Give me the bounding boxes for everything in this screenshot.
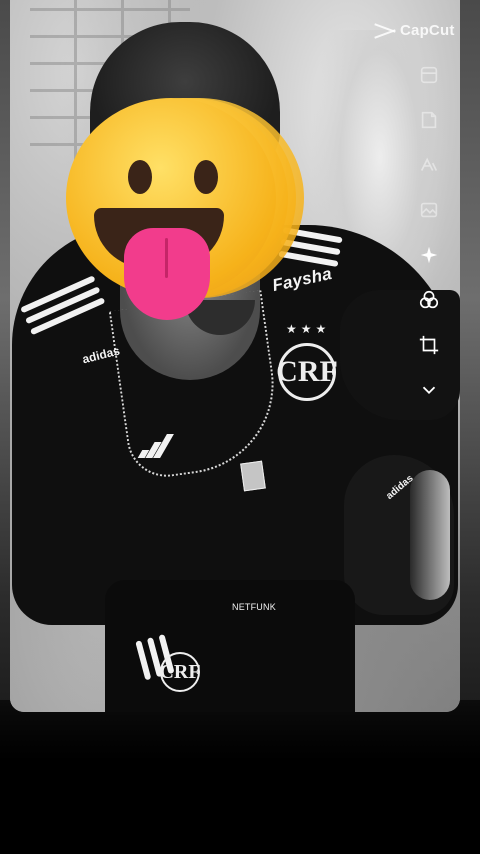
photo-preview[interactable]: Faysha adidas adidas NETFUNK ★★★ CRF CRF: [10, 0, 460, 712]
effects-sparkle-icon[interactable]: [415, 242, 443, 268]
crop-icon[interactable]: [415, 332, 443, 358]
emoji-tongue-line: [165, 238, 168, 278]
emoji-eye-left: [128, 160, 152, 194]
capcut-logo-icon: [374, 24, 396, 38]
crest-stars: ★★★: [286, 322, 331, 336]
filters-icon[interactable]: [415, 287, 443, 313]
watermark-text: CapCut: [400, 22, 455, 39]
adidas-logo-icon: [137, 432, 174, 458]
knee-skin: [410, 470, 450, 600]
necklace-pendant: [240, 460, 266, 492]
club-crest: CRF: [276, 343, 338, 401]
zany-face-emoji-icon[interactable]: [66, 88, 306, 320]
shorts-text: NETFUNK: [232, 602, 276, 612]
bottom-background: [0, 700, 480, 854]
capcut-watermark: CapCut: [374, 22, 455, 39]
chevron-down-icon[interactable]: [415, 377, 443, 403]
text-icon[interactable]: [415, 152, 443, 178]
sticker-icon[interactable]: [415, 107, 443, 133]
image-edit-icon[interactable]: [415, 197, 443, 223]
editor-toolbar: [413, 62, 445, 422]
templates-icon[interactable]: [415, 62, 443, 88]
shorts-crest: CRF: [159, 652, 201, 692]
emoji-eye-right: [194, 160, 218, 194]
